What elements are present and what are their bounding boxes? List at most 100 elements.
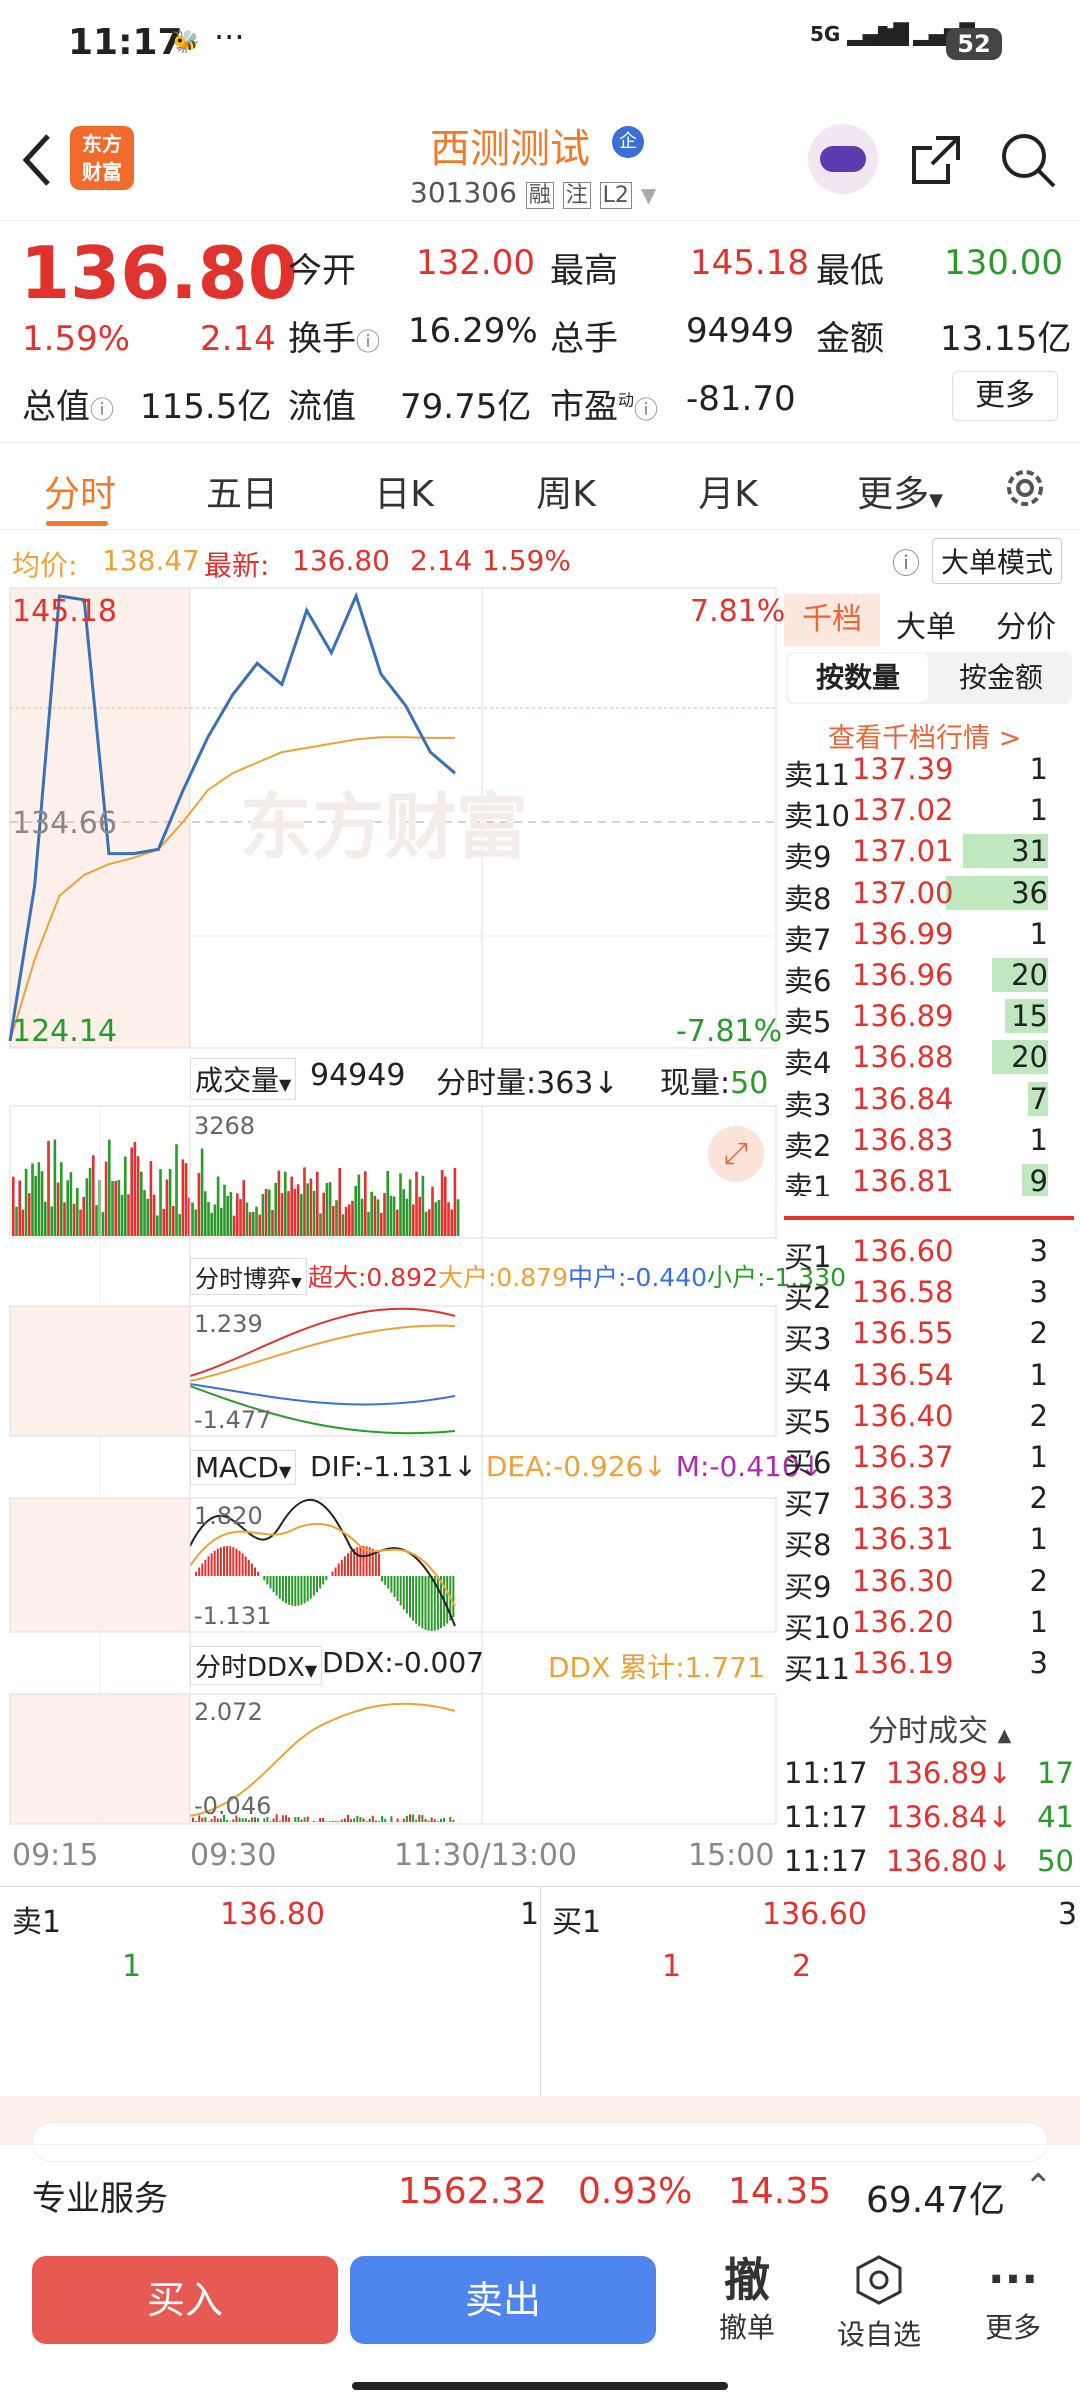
sector-pct: 0.93% xyxy=(578,2171,693,2212)
ask-row[interactable]: 卖5 136.89 15 xyxy=(784,997,1074,1039)
ask-list: 卖11 137.39 1 卖10 137.02 1 卖9 137.01 31 卖8 137.00 36… xyxy=(778,756,1080,1196)
caret-down-icon: ▼ xyxy=(279,1075,292,1094)
ddx-bar xyxy=(303,1817,306,1822)
ask-row[interactable]: 卖9 137.01 31 xyxy=(784,832,1074,874)
sell-button[interactable]: 卖出 xyxy=(350,2256,656,2344)
macd-bar xyxy=(424,1576,427,1630)
ddx-axis-bottom: -0.046 xyxy=(194,1792,272,1820)
volume-bar xyxy=(117,1179,121,1236)
volume-bar xyxy=(95,1205,98,1236)
volume-bar xyxy=(290,1176,293,1236)
ask-row[interactable]: 卖11 137.39 1 xyxy=(784,756,1074,792)
ddx-bar xyxy=(269,1821,272,1822)
macd-bar xyxy=(244,1556,247,1576)
subtab-by-amount[interactable]: 按金额 xyxy=(932,654,1070,702)
cancel-order-button[interactable]: 撤 撤单 xyxy=(692,2254,802,2346)
macd-values: DIF:-1.131↓ DEA:-0.926↓ M:-0.410↓ xyxy=(310,1450,824,1483)
volume-bar xyxy=(12,1176,15,1236)
ddx-bar xyxy=(430,1817,433,1822)
time-label-1130: 11:30/13:00 xyxy=(394,1838,578,1873)
volume-bar xyxy=(447,1202,450,1236)
macd-bar xyxy=(223,1546,225,1576)
volume-bar xyxy=(437,1199,441,1236)
expand-icon[interactable]: ⤢ xyxy=(708,1126,764,1182)
bid-row[interactable]: 买5 136.40 2 xyxy=(784,1397,1074,1439)
more-quote-button[interactable]: 更多 xyxy=(952,371,1058,421)
level-label: 买11 xyxy=(784,1652,850,1684)
volume-bar xyxy=(357,1174,361,1236)
volume-bar xyxy=(252,1211,255,1236)
bid-row[interactable]: 买1 136.60 3 xyxy=(784,1232,1074,1274)
ask-row[interactable]: 卖8 137.00 36 xyxy=(784,874,1074,916)
macd-bar xyxy=(405,1576,408,1614)
ask-row[interactable]: 卖2 136.83 1 xyxy=(784,1121,1074,1163)
buy-button[interactable]: 买入 xyxy=(32,2256,338,2344)
volume-bar xyxy=(229,1192,233,1236)
macd-bar xyxy=(216,1548,219,1576)
back-icon[interactable] xyxy=(18,130,58,190)
tab-monthly-k[interactable]: 月K xyxy=(648,465,808,517)
bid-row[interactable]: 买9 136.30 2 xyxy=(784,1562,1074,1604)
big-order-mode-button[interactable]: 大单模式 xyxy=(932,538,1063,584)
ddx-indicator-selector[interactable]: 分时DDX▼ xyxy=(190,1646,323,1685)
game-indicator-selector[interactable]: 分时博弈▼ xyxy=(190,1258,307,1295)
sector-index-bar[interactable]: 专业服务 1562.32 0.93% 14.35 69.47亿 ⌃ xyxy=(0,2144,1080,2238)
ddx-bar xyxy=(362,1818,365,1822)
tab-big-orders[interactable]: 大单 xyxy=(896,602,956,646)
level-price: 136.88 xyxy=(852,1040,954,1075)
add-watchlist-button[interactable]: 设自选 xyxy=(824,2254,934,2353)
ddx-bar xyxy=(195,1821,198,1822)
ask-row[interactable]: 卖4 136.88 20 xyxy=(784,1038,1074,1080)
macd-bar xyxy=(381,1576,384,1582)
macd-bar xyxy=(275,1576,278,1596)
volume-bar xyxy=(146,1198,149,1236)
ticks-title[interactable]: 分时成交 ▲ xyxy=(868,1706,1011,1750)
caret-down-icon[interactable]: ▼ xyxy=(641,183,656,207)
tab-more[interactable]: 更多▼ xyxy=(820,465,980,517)
help-icon[interactable]: ⓘ xyxy=(892,542,920,582)
level-price: 136.99 xyxy=(852,916,954,951)
ask-row[interactable]: 卖6 136.96 20 xyxy=(784,956,1074,998)
volume-bar xyxy=(127,1194,130,1236)
view-thousand-levels-link[interactable]: 查看千档行情 > xyxy=(828,716,1021,755)
ask-row[interactable]: 卖7 136.99 1 xyxy=(784,915,1074,957)
more-actions-button[interactable]: ··· 更多 xyxy=(958,2254,1068,2346)
bid-row[interactable]: 买11 136.19 3 xyxy=(784,1644,1074,1684)
ddx-bar xyxy=(409,1814,411,1822)
search-icon[interactable] xyxy=(998,130,1058,190)
bid-row[interactable]: 买4 136.54 1 xyxy=(784,1356,1074,1398)
bid-row[interactable]: 买2 136.58 3 xyxy=(784,1273,1074,1315)
ddx-bar xyxy=(365,1821,368,1822)
level-qty: 2 xyxy=(1029,1316,1048,1351)
sector-amount: 69.47亿 xyxy=(866,2180,1006,2221)
tab-thousand-levels[interactable]: 千档 xyxy=(784,594,880,646)
level-label: 买3 xyxy=(784,1322,832,1357)
volume-bar xyxy=(149,1161,153,1236)
tab-intraday[interactable]: 分时 xyxy=(0,465,160,517)
assistant-avatar[interactable] xyxy=(808,124,878,194)
volume-indicator-selector[interactable]: 成交量▼ xyxy=(190,1058,297,1100)
subtab-by-quantity[interactable]: 按数量 xyxy=(788,654,928,702)
ask-row[interactable]: 卖1 136.81 9 xyxy=(784,1162,1074,1196)
tab-weekly-k[interactable]: 周K xyxy=(486,465,646,517)
level-label: 卖1 xyxy=(784,1170,832,1196)
bid-row[interactable]: 买10 136.20 1 xyxy=(784,1603,1074,1645)
ask-row[interactable]: 卖10 137.02 1 xyxy=(784,791,1074,833)
share-icon[interactable] xyxy=(906,130,966,190)
chevron-up-icon[interactable]: ⌃ xyxy=(1024,2167,1053,2207)
tab-price-dist[interactable]: 分价 xyxy=(996,602,1056,646)
bid-row[interactable]: 买6 136.37 1 xyxy=(784,1438,1074,1480)
bid-row[interactable]: 买7 136.33 2 xyxy=(784,1479,1074,1521)
status-dots: ··· xyxy=(214,18,245,56)
macd-bar xyxy=(291,1576,294,1606)
tab-five-day[interactable]: 五日 xyxy=(162,465,322,517)
volume-bar xyxy=(200,1148,204,1236)
bid-row[interactable]: 买3 136.55 2 xyxy=(784,1314,1074,1356)
macd-indicator-selector[interactable]: MACD▼ xyxy=(190,1450,297,1485)
time-label-0915: 09:15 xyxy=(12,1838,99,1873)
ask-row[interactable]: 卖3 136.84 7 xyxy=(784,1080,1074,1122)
stock-code-row: 301306 融 注 L2 ▼ xyxy=(410,176,656,209)
bid-row[interactable]: 买8 136.31 1 xyxy=(784,1520,1074,1562)
settings-gear-icon[interactable] xyxy=(1000,463,1050,513)
tab-daily-k[interactable]: 日K xyxy=(324,465,484,517)
